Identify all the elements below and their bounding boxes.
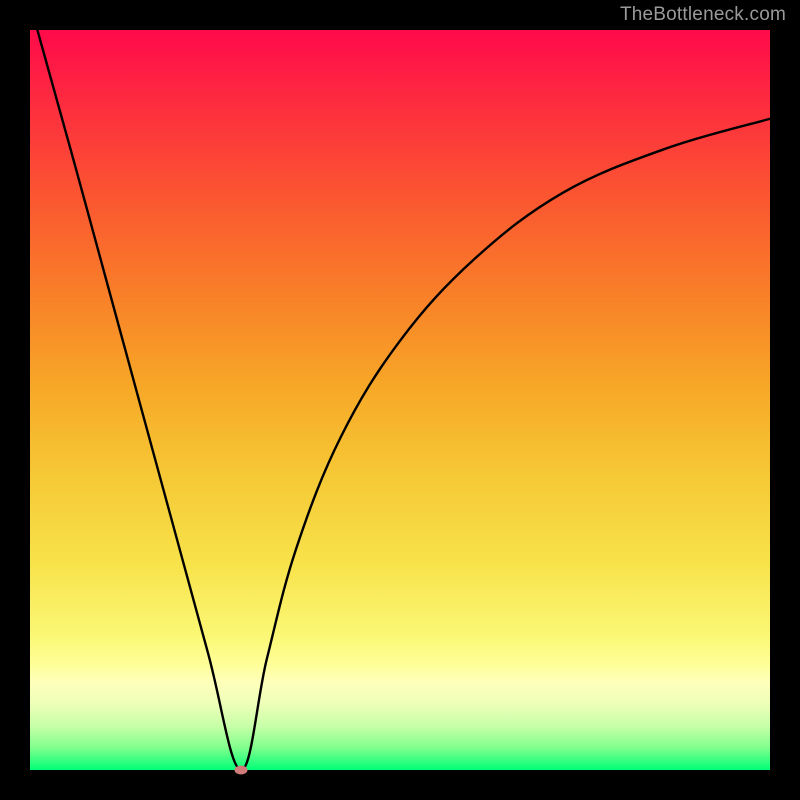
bottleneck-curve: [30, 30, 770, 770]
optimal-point-marker: [234, 766, 247, 775]
curve-path: [37, 30, 770, 770]
plot-area: [30, 30, 770, 770]
chart-frame: TheBottleneck.com: [0, 0, 800, 800]
watermark-text: TheBottleneck.com: [620, 4, 786, 26]
